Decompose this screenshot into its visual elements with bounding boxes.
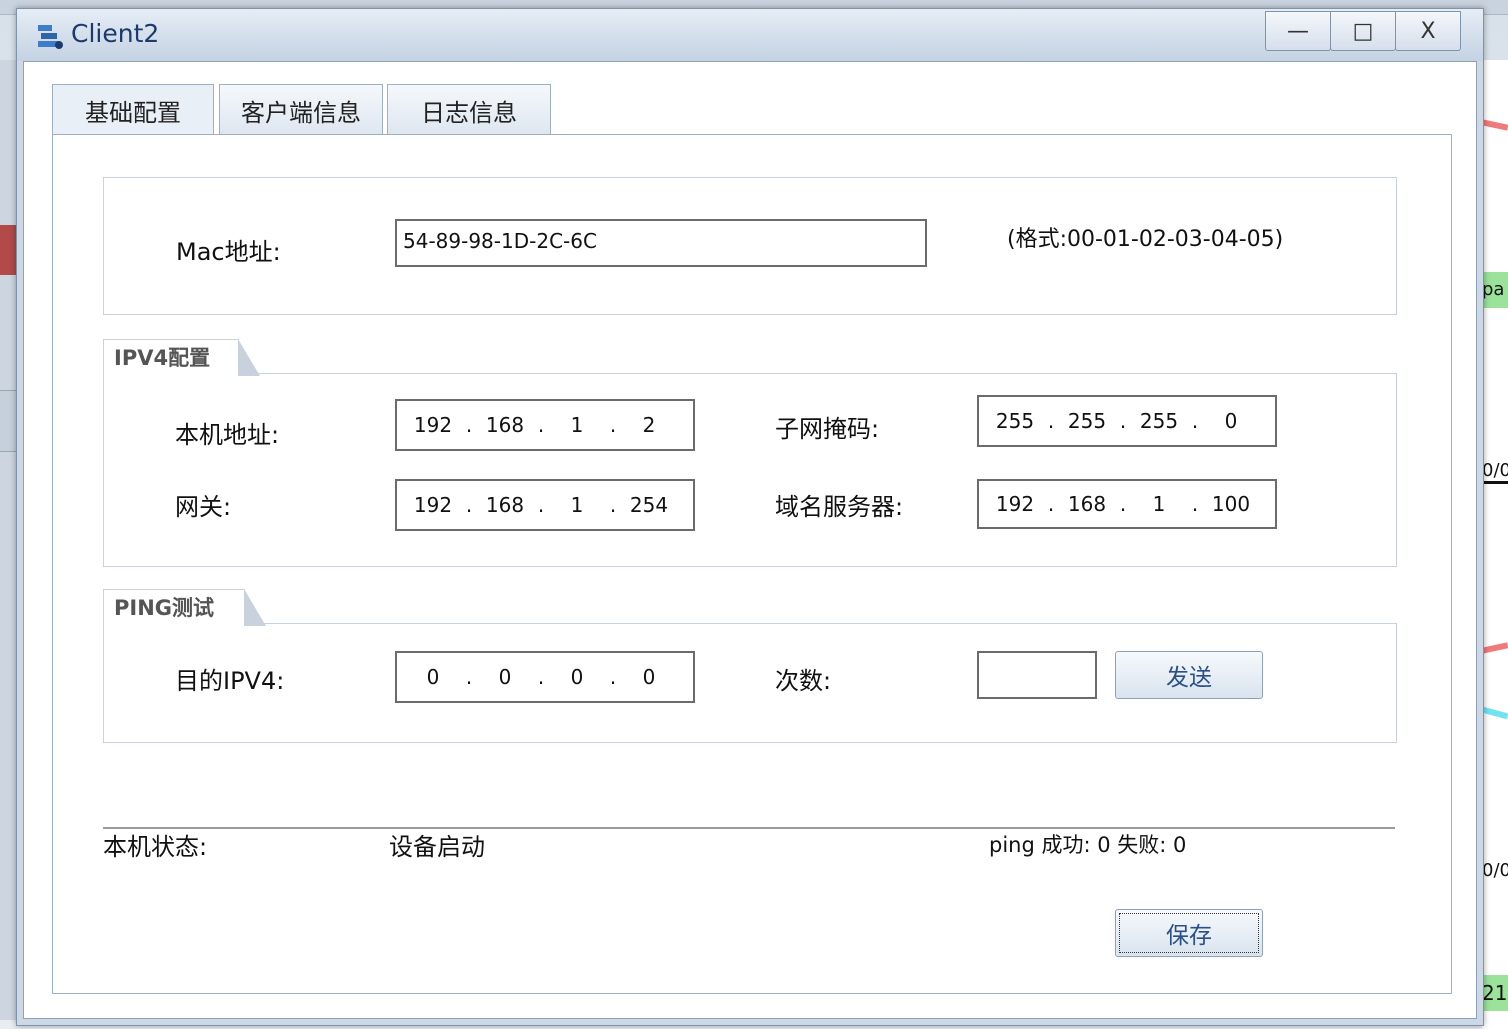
dest-ipv4-label: 目的IPV4: — [175, 667, 285, 695]
mac-format-hint: (格式:00-01-02-03-04-05) — [1007, 227, 1284, 252]
gateway-label: 网关: — [175, 493, 232, 521]
send-button[interactable]: 发送 — [1115, 651, 1263, 699]
desktop: pa 0/0 0/0 21 Client2 — □ X 基础配置 客户端信息 日… — [0, 0, 1508, 1029]
tab-log-info[interactable]: 日志信息 — [387, 84, 551, 135]
background-topology-canvas: pa 0/0 0/0 21 — [1481, 60, 1508, 1029]
background-panel-block — [0, 390, 16, 452]
mac-label: Mac地址: — [176, 238, 281, 266]
client-app-icon — [38, 25, 63, 49]
close-button[interactable]: X — [1395, 11, 1461, 51]
mac-input[interactable]: 54-89-98-1D-2C-6C — [395, 219, 927, 267]
dns-server-input[interactable]: 192. 168. 1. 100 — [977, 479, 1277, 529]
host-octet-4: 2 — [642, 413, 656, 437]
device-status-value: 设备启动 — [389, 833, 485, 861]
ping-count-input[interactable] — [977, 651, 1097, 699]
host-address-input[interactable]: 192. 168. 1. 2 — [395, 399, 695, 451]
window-title: Client2 — [71, 19, 160, 48]
dns-octet-1: 192 — [995, 492, 1035, 516]
host-octet-3: 1 — [570, 413, 584, 437]
status-separator — [103, 827, 1395, 829]
background-port-label-2: 0/0 — [1482, 860, 1508, 881]
ping-result-text: ping 成功: 0 失败: 0 — [989, 833, 1187, 857]
background-red-block — [0, 225, 16, 275]
mask-octet-2: 255 — [1067, 409, 1107, 433]
client-area: 基础配置 客户端信息 日志信息 Mac地址: 54-89-98-1D-2C-6C… — [23, 61, 1477, 1019]
background-device-label: pa — [1482, 272, 1508, 308]
gateway-octet-3: 1 — [570, 493, 584, 517]
ping-count-label: 次数: — [775, 667, 832, 695]
subnet-mask-label: 子网掩码: — [775, 415, 880, 443]
host-octet-1: 192 — [413, 413, 453, 437]
dns-server-label: 域名服务器: — [775, 493, 904, 521]
background-cyan-link — [1481, 706, 1508, 720]
dest-octet-3: 0 — [570, 665, 584, 689]
host-octet-2: 168 — [485, 413, 525, 437]
mask-octet-3: 255 — [1139, 409, 1179, 433]
dest-octet-2: 0 — [498, 665, 512, 689]
background-device-label-2: 21 — [1482, 975, 1508, 1011]
dns-octet-4: 100 — [1211, 492, 1251, 516]
title-bar[interactable]: Client2 — □ X — [17, 9, 1483, 61]
dns-octet-3: 1 — [1152, 492, 1166, 516]
basic-config-panel: Mac地址: 54-89-98-1D-2C-6C (格式:00-01-02-03… — [52, 134, 1452, 994]
dest-octet-1: 0 — [426, 665, 440, 689]
maximize-button[interactable]: □ — [1330, 11, 1396, 51]
gateway-input[interactable]: 192. 168. 1. 254 — [395, 479, 695, 531]
background-port-label: 0/0 — [1482, 460, 1508, 484]
tab-basic-config[interactable]: 基础配置 — [52, 84, 214, 135]
ping-group-title: PING测试 — [103, 589, 266, 626]
dest-octet-4: 0 — [642, 665, 656, 689]
device-status-label: 本机状态: — [103, 833, 208, 861]
client-config-window: Client2 — □ X 基础配置 客户端信息 日志信息 Mac地址: 54-… — [16, 8, 1484, 1026]
subnet-mask-input[interactable]: 255. 255. 255. 0 — [977, 395, 1277, 447]
dest-ipv4-input[interactable]: 0. 0. 0. 0 — [395, 651, 695, 703]
ipv4-group-title: IPV4配置 — [103, 339, 260, 376]
mask-octet-4: 0 — [1224, 409, 1238, 433]
window-controls: — □ X — [1265, 11, 1461, 51]
minimize-button[interactable]: — — [1265, 11, 1331, 51]
host-address-label: 本机地址: — [175, 421, 280, 449]
tab-client-info[interactable]: 客户端信息 — [219, 84, 383, 135]
gateway-octet-2: 168 — [485, 493, 525, 517]
background-red-link-2 — [1481, 642, 1508, 654]
background-red-link — [1481, 119, 1508, 131]
mask-octet-1: 255 — [995, 409, 1035, 433]
gateway-octet-1: 192 — [413, 493, 453, 517]
save-button[interactable]: 保存 — [1115, 909, 1263, 957]
gateway-octet-4: 254 — [629, 493, 669, 517]
dns-octet-2: 168 — [1067, 492, 1107, 516]
